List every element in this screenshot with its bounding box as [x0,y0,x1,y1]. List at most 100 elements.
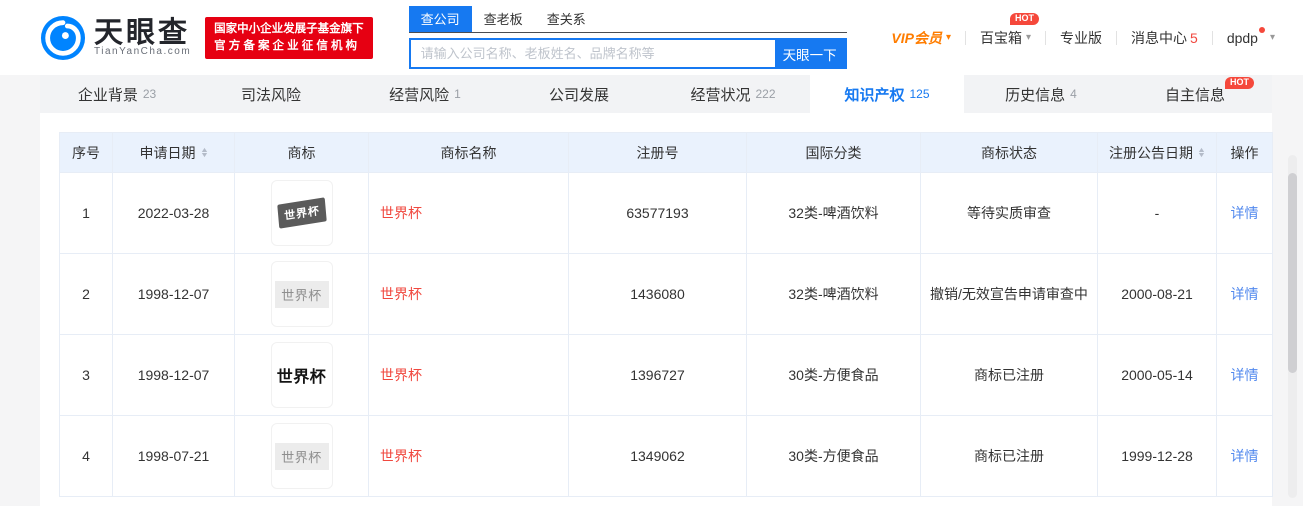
chevron-down-icon: ▾ [1025,32,1032,43]
cell-index: 4 [59,415,113,497]
section-tab-1[interactable]: 司法风险 [194,75,348,113]
message-count-badge: 5 [1190,29,1198,46]
toolbox-label: 百宝箱 [979,29,1022,46]
search-input[interactable] [410,40,775,67]
table-header: 序号 申请日期 ▲ ▼ 商标 商标名称 注册号 国际分类 商标状态 注册公告日期 ▲ ▼ 操作 [59,132,1273,173]
cell-reg-no: 1349062 [568,415,747,497]
cell-status: 商标已注册 [920,334,1098,416]
top-nav: VIP会员 ▾ HOT 百宝箱 ▾ 专业版 消息中心 5 dpdp ▾ [891,12,1275,48]
hot-badge: HOT [1225,77,1254,89]
trademark-row: 3 1998-12-07 世界杯 世界杯 1396727 30类-方便食品 商标… [59,334,1273,416]
logo-subtitle: TianYanCha.com [94,46,192,57]
company-detail-card: 企业背景 23 司法风险 经营风险 1 公司发展 经营状况 222 知识产权 1… [40,75,1273,506]
nav-divider [964,30,966,45]
trademark-image[interactable]: 世界杯 [270,423,333,489]
cell-intl-class: 30类-方便食品 [746,334,921,416]
cell-reg-no: 63577193 [568,172,747,254]
chevron-down-icon: ▾ [945,32,951,43]
detail-link[interactable]: 详情 [1231,205,1259,221]
cell-mark: 世界杯 [234,415,369,497]
vip-member-link[interactable]: VIP会员 ▾ [891,28,951,48]
cell-status: 等待实质审查 [920,172,1098,254]
search-tabs: 查公司 查老板 查关系 [408,6,847,33]
trademark-image[interactable]: 世界杯 [270,261,333,327]
column-header-1[interactable]: 申请日期 ▲ ▼ [112,132,235,173]
page-scrollbar[interactable] [1288,155,1297,498]
cell-action: 详情 [1216,253,1273,335]
message-center-label: 消息中心 [1131,29,1188,46]
page-content: 企业背景 23 司法风险 经营风险 1 公司发展 经营状况 222 知识产权 1… [0,75,1303,506]
toolbox-link[interactable]: HOT 百宝箱 ▾ [979,12,1039,48]
trademark-row: 2 1998-12-07 世界杯 世界杯 1436080 32类-啤酒饮料 撤销… [59,253,1273,335]
certification-line2: 官方备案企业征信机构 [214,39,361,52]
trademark-row: 1 2022-03-28 世界杯 世界杯 63577193 32类-啤酒饮料 等… [59,172,1273,254]
cell-apply-date: 1998-07-21 [112,415,235,497]
section-tab-4[interactable]: 经营状况 222 [656,75,810,113]
section-tab-5[interactable]: 知识产权 125 [810,75,964,113]
vip-label: VIP会员 [891,29,942,46]
logo-text: 天眼查 TianYanCha.com [94,18,191,57]
detail-link[interactable]: 详情 [1231,367,1259,383]
column-header-6: 商标状态 [920,132,1098,173]
cell-action: 详情 [1216,172,1273,254]
trademark-image[interactable]: 世界杯 [270,342,333,408]
search-tab-0[interactable]: 查公司 [408,6,472,32]
nav-divider [1045,30,1047,45]
column-header-4: 注册号 [568,132,747,173]
trademark-image[interactable]: 世界杯 [270,180,333,246]
cell-mark-name: 世界杯 [368,253,569,335]
cell-status: 商标已注册 [920,415,1098,497]
tianyancha-logo[interactable]: 天眼查 TianYanCha.com [40,15,191,61]
cell-mark-name: 世界杯 [368,334,569,416]
column-header-7[interactable]: 注册公告日期 ▲ ▼ [1097,132,1217,173]
trademark-table: 序号 申请日期 ▲ ▼ 商标 商标名称 注册号 国际分类 商标状态 注册公告日期 ▲ ▼ 操作 1 20… [59,132,1273,497]
tab-count: 4 [1070,87,1077,101]
chevron-down-icon: ▾ [1269,32,1275,43]
trademark-row: 4 1998-07-21 世界杯 世界杯 1349062 30类-方便食品 商标… [59,415,1273,497]
section-tab-3[interactable]: 公司发展 [502,75,656,113]
site-header: 天眼查 TianYanCha.com 国家中小企业发展子基金旗下 官方备案企业征… [0,0,1303,75]
cell-intl-class: 30类-方便食品 [746,415,921,497]
cell-status: 撤销/无效宣告申请审查中 [920,253,1098,335]
column-header-3: 商标名称 [368,132,569,173]
cell-announce-date: - [1097,172,1217,254]
cell-action: 详情 [1216,415,1273,497]
notification-dot [1259,26,1265,33]
sort-icon[interactable]: ▲ ▼ [1197,147,1206,159]
section-tab-6[interactable]: 历史信息 4 [964,75,1118,113]
search-tab-1[interactable]: 查老板 [472,6,535,32]
cell-announce-date: 2000-08-21 [1097,253,1217,335]
cell-intl-class: 32类-啤酒饮料 [746,253,921,335]
cell-reg-no: 1436080 [568,253,747,335]
cell-apply-date: 1998-12-07 [112,334,235,416]
search-tab-2[interactable]: 查关系 [535,6,598,32]
tianyancha-eye-icon [40,15,86,60]
detail-link[interactable]: 详情 [1231,448,1259,464]
column-header-5: 国际分类 [746,132,921,173]
cell-mark: 世界杯 [234,253,369,335]
detail-link[interactable]: 详情 [1231,286,1259,302]
cell-mark: 世界杯 [234,334,369,416]
pro-label: 专业版 [1060,29,1103,46]
section-tab-7[interactable]: 自主信息 HOT [1118,75,1272,113]
tab-count: 222 [755,87,776,101]
cell-mark-name: 世界杯 [368,415,569,497]
certification-badge: 国家中小企业发展子基金旗下 官方备案企业征信机构 [205,16,373,59]
section-tab-0[interactable]: 企业背景 23 [40,75,194,113]
section-tab-2[interactable]: 经营风险 1 [348,75,502,113]
search-box: 天眼一下 [408,38,847,69]
logo-title: 天眼查 [94,17,191,49]
header-row: 序号 申请日期 ▲ ▼ 商标 商标名称 注册号 国际分类 商标状态 注册公告日期 ▲ ▼ 操作 [59,132,1273,173]
user-menu[interactable]: dpdp ▾ [1227,26,1275,46]
cell-intl-class: 32类-啤酒饮料 [746,172,921,254]
sort-icon[interactable]: ▲ ▼ [199,147,208,159]
cell-announce-date: 1999-12-28 [1097,415,1217,497]
cell-index: 1 [59,172,113,254]
nav-divider [1116,30,1118,45]
cell-apply-date: 1998-12-07 [112,253,235,335]
pro-version-link[interactable]: 专业版 [1060,28,1102,48]
message-center-link[interactable]: 消息中心 5 [1131,28,1198,48]
column-header-2: 商标 [234,132,369,173]
scrollbar-thumb[interactable] [1288,173,1297,373]
search-button[interactable]: 天眼一下 [774,40,845,67]
